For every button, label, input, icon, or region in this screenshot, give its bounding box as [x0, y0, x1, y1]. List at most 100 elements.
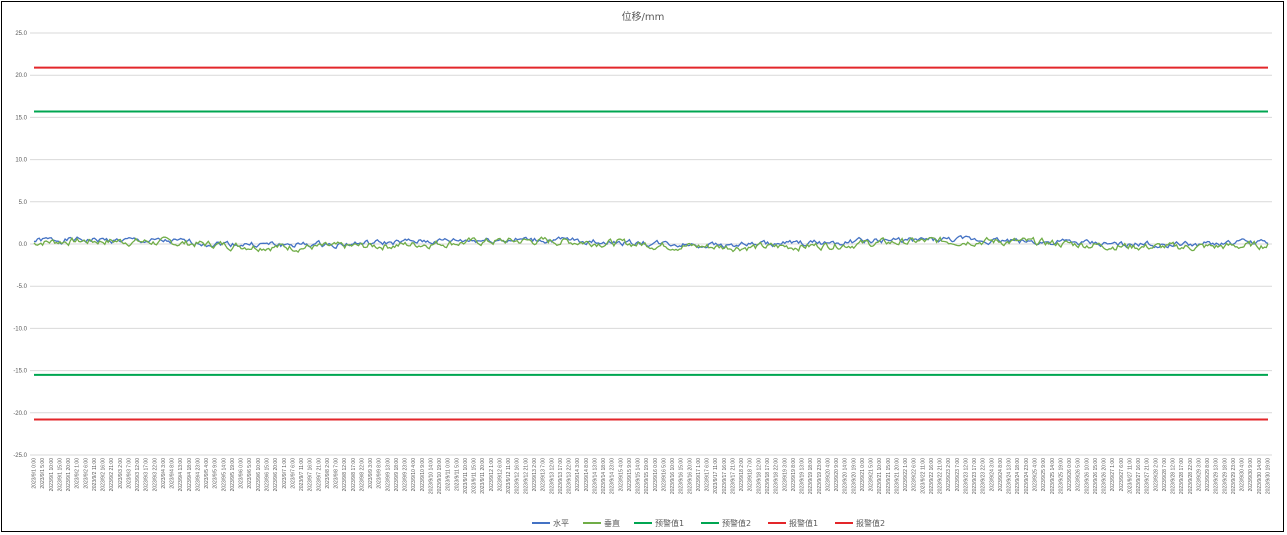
x-tick-label: 2023/9/17 21:00 [730, 458, 736, 494]
x-tick-label: 2023/9/10 14:00 [428, 458, 434, 494]
x-tick-label: 2023/9/2 1:00 [75, 458, 81, 489]
legend-label: 预警值1 [655, 518, 684, 528]
x-tick-label: 2023/9/16 15:00 [679, 458, 685, 494]
x-tick-label: 2023/9/30 9:00 [1248, 458, 1254, 492]
x-tick-label: 2023/9/1 20:00 [66, 458, 72, 492]
x-tick-label: 2023/9/10 9:00 [420, 458, 426, 492]
x-tick-label: 2023/9/15 4:00 [618, 458, 624, 492]
x-tick-label: 2023/9/27 21:00 [1145, 458, 1151, 494]
x-tick-label: 2023/9/9 23:00 [403, 458, 409, 492]
x-tick-label: 2023/9/2 21:00 [109, 458, 115, 492]
x-tick-label: 2023/9/17 16:00 [722, 458, 728, 494]
x-tick-label: 2023/9/26 15:00 [1093, 458, 1099, 494]
x-tick-label: 2023/9/11 20:00 [480, 458, 486, 494]
chart-title: 位移/mm [622, 10, 665, 23]
x-tick-label: 2023/9/1 10:00 [49, 458, 55, 492]
x-tick-label: 2023/9/14 18:00 [601, 458, 607, 494]
x-tick-label: 2023/9/6 0:00 [239, 458, 245, 489]
x-tick-label: 2023/9/6 15:00 [264, 458, 270, 492]
x-tick-label: 2023/9/28 7:00 [1162, 458, 1168, 492]
x-tick-label: 2023/9/2 16:00 [101, 458, 107, 492]
x-tick-label: 2023/9/29 3:00 [1196, 458, 1202, 492]
y-axis: 25.0 20.0 15.0 10.0 5.0 0.0 -5.0 -10.0 -15.0 -20.… [13, 31, 27, 459]
x-tick-label: 2023/9/8 2:00 [325, 458, 331, 489]
y-tick-label: -10.0 [13, 326, 27, 332]
x-tick-label: 2023/9/13 2:00 [532, 458, 538, 492]
x-tick-label: 2023/9/25 19:00 [1058, 458, 1064, 494]
x-tick-label: 2023/9/16 5:00 [661, 458, 667, 492]
x-tick-label: 2023/9/5 19:00 [230, 458, 236, 492]
line-chart: 位移/mm 25.0 20.0 15.0 10.0 5.0 0.0 -5.0 -10.0 -15… [13, 10, 1272, 528]
x-tick-label: 2023/9/24 3:00 [989, 458, 995, 492]
x-tick-label: 2023/9/10 19:00 [437, 458, 443, 494]
x-tick-label: 2023/9/6 10:00 [256, 458, 262, 492]
x-tick-label: 2023/9/16 20:00 [687, 458, 693, 494]
legend-label: 报警值2 [856, 518, 885, 528]
x-tick-label: 2023/9/12 6:00 [497, 458, 503, 492]
x-tick-label: 2023/9/23 17:00 [972, 458, 978, 494]
x-tick-label: 2023/9/10 4:00 [411, 458, 417, 492]
x-tick-label: 2023/9/27 16:00 [1136, 458, 1142, 494]
x-tick-label: 2023/9/22 11:00 [920, 458, 926, 494]
y-tick-label: 5.0 [19, 200, 28, 206]
x-tick-label: 2023/9/7 11:00 [299, 458, 305, 491]
x-tick-label: 2023/9/30 4:00 [1240, 458, 1246, 492]
x-tick-label: 2023/9/6 5:00 [247, 458, 253, 489]
x-tick-label: 2023/9/25 14:00 [1050, 458, 1056, 494]
x-tick-label: 2023/9/4 18:00 [187, 458, 193, 492]
legend-label: 水平 [553, 518, 569, 528]
x-tick-label: 2023/9/3 2:00 [118, 458, 124, 489]
x-tick-label: 2023/9/22 1:00 [903, 458, 909, 492]
x-tick-label: 2023/9/22 21:00 [938, 458, 944, 494]
x-tick-label: 2023/9/8 12:00 [342, 458, 348, 492]
x-tick-label: 2023/9/24 13:00 [1007, 458, 1013, 494]
x-tick-label: 2023/9/23 12:00 [963, 458, 969, 494]
x-tick-label: 2023/9/14 23:00 [610, 458, 616, 494]
y-tick-label: -15.0 [13, 369, 27, 375]
x-tick-label: 2023/9/27 1:00 [1110, 458, 1116, 492]
y-tick-label: 25.0 [15, 31, 27, 37]
y-tick-label: 10.0 [15, 158, 27, 164]
x-tick-label: 2023/9/4 8:00 [170, 458, 176, 489]
x-tick-label: 2023/9/1 5:00 [40, 458, 46, 489]
y-tick-label: 20.0 [15, 73, 27, 79]
x-tick-label: 2023/9/30 19:00 [1266, 458, 1272, 494]
x-tick-label: 2023/9/29 13:00 [1214, 458, 1220, 494]
x-tick-label: 2023/9/21 5:00 [869, 458, 875, 492]
x-tick-label: 2023/9/22 6:00 [912, 458, 918, 492]
x-tick-label: 2023/9/18 2:00 [739, 458, 745, 492]
y-tick-label: -5.0 [17, 284, 28, 290]
y-tick-label: 0.0 [19, 242, 28, 248]
x-tick-label: 2023/9/24 18:00 [1015, 458, 1021, 494]
x-tick-label: 2023/9/3 7:00 [126, 458, 132, 489]
x-tick-label: 2023/9/23 2:00 [946, 458, 952, 492]
x-tick-label: 2023/9/28 2:00 [1153, 458, 1159, 492]
x-tick-label: 2023/9/15 14:00 [636, 458, 642, 494]
x-tick-label: 2023/9/4 13:00 [178, 458, 184, 492]
x-tick-label: 2023/9/28 22:00 [1188, 458, 1194, 494]
x-tick-label: 2023/9/27 11:00 [1127, 458, 1133, 494]
x-tick-label: 2023/9/20 9:00 [834, 458, 840, 492]
x-tick-label: 2023/9/21 20:00 [894, 458, 900, 494]
x-tick-label: 2023/9/12 21:00 [523, 458, 529, 494]
x-tick-label: 2023/9/6 20:00 [273, 458, 279, 492]
x-tick-label: 2023/9/19 13:00 [800, 458, 806, 494]
x-tick-label: 2023/9/19 23:00 [817, 458, 823, 494]
x-tick-label: 2023/9/5 14:00 [221, 458, 227, 492]
x-tick-label: 2023/9/7 6:00 [290, 458, 296, 489]
x-tick-label: 2023/9/28 17:00 [1179, 458, 1185, 494]
x-tick-label: 2023/9/29 18:00 [1222, 458, 1228, 494]
x-tick-label: 2023/9/14 3:00 [575, 458, 581, 492]
x-tick-label: 2023/9/20 19:00 [851, 458, 857, 494]
x-tick-label: 2023/9/12 16:00 [515, 458, 521, 494]
x-tick-label: 2023/9/3 17:00 [144, 458, 150, 492]
x-tick-label: 2023/9/13 17:00 [558, 458, 564, 494]
x-tick-label: 2023/9/16 0:00 [653, 458, 659, 492]
x-tick-label: 2023/9/13 22:00 [567, 458, 573, 494]
x-tick-label: 2023/9/25 9:00 [1041, 458, 1047, 492]
x-tick-label: 2023/9/23 22:00 [981, 458, 987, 494]
legend-label: 垂直 [604, 518, 620, 528]
y-tick-label: -25.0 [13, 453, 27, 459]
x-tick-label: 2023/9/26 0:00 [1067, 458, 1073, 492]
x-tick-label: 2023/9/18 7:00 [748, 458, 754, 492]
